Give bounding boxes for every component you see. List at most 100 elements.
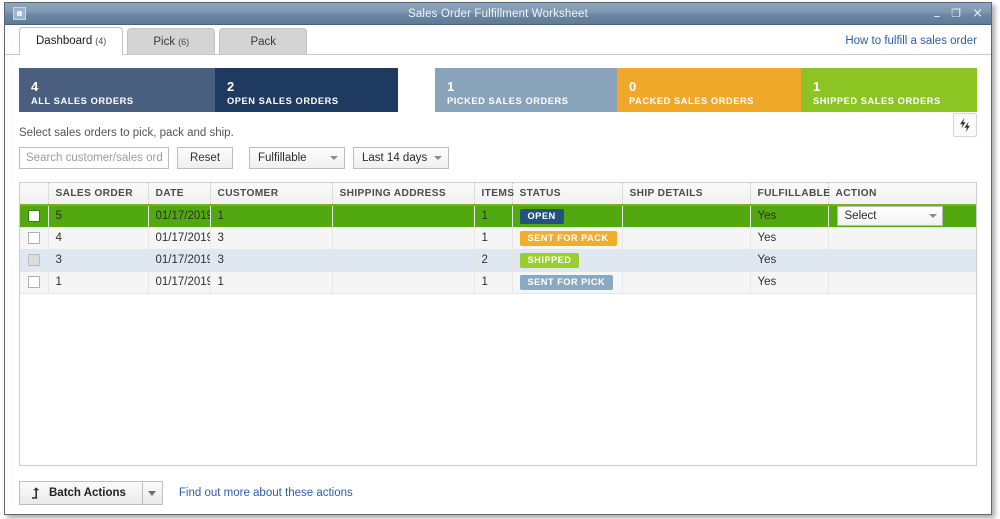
col-customer[interactable]: CUSTOMER: [210, 183, 333, 206]
status-badge: OPEN: [519, 208, 564, 224]
fulfillable-filter-select[interactable]: Fulfillable: [249, 147, 345, 169]
kpi-all-value: 4: [31, 79, 39, 94]
cell-action[interactable]: [828, 227, 976, 250]
action-select[interactable]: Select: [836, 206, 943, 226]
row-checkbox[interactable]: [27, 231, 40, 244]
window-restore-icon[interactable]: [13, 7, 26, 20]
col-items[interactable]: ITEMS: [474, 183, 514, 206]
maximize-icon[interactable]: ❐: [951, 7, 961, 20]
reset-button[interactable]: Reset: [177, 147, 233, 169]
batch-actions-label: Batch Actions: [49, 487, 126, 499]
cell-sales-order: 4: [48, 227, 149, 250]
tab-strip: Dashboard (4) Pick (6) Pack How to fulfi…: [5, 25, 991, 55]
table-row[interactable]: 4 01/17/2019 3 1 SENT FOR PACK Yes: [20, 227, 976, 250]
col-fulfillable[interactable]: FULFILLABLE: [750, 183, 830, 206]
cell-sales-order: 3: [48, 249, 149, 272]
batch-actions-button[interactable]: Batch Actions: [19, 481, 143, 505]
cell-ship-details: [622, 227, 751, 250]
cell-customer: 1: [210, 205, 333, 228]
close-icon[interactable]: ×: [972, 7, 983, 20]
cell-ship-details: [622, 271, 751, 294]
row-checkbox[interactable]: [27, 210, 40, 223]
sales-orders-table: SALES ORDER DATE CUSTOMER SHIPPING ADDRE…: [20, 183, 976, 294]
status-badge: SENT FOR PICK: [519, 274, 614, 290]
how-to-fulfill-link[interactable]: How to fulfill a sales order: [845, 35, 977, 47]
find-out-more-link[interactable]: Find out more about these actions: [179, 487, 353, 499]
tab-dashboard-label: Dashboard: [36, 35, 93, 47]
window-controls: – ❐ ×: [934, 7, 983, 23]
table-row[interactable]: 5 01/17/2019 1 1 OPEN Yes Select: [20, 205, 976, 228]
kpi-open-label: OPEN SALES ORDERS: [227, 96, 339, 106]
minimize-icon[interactable]: –: [934, 10, 941, 23]
cell-shipping-address: [332, 271, 475, 294]
cell-ship-details: [622, 249, 751, 272]
kpi-picked-sales-orders[interactable]: 1 PICKED SALES ORDERS: [435, 68, 617, 112]
search-input[interactable]: [19, 147, 169, 169]
cell-date: 01/17/2019: [148, 271, 211, 294]
cell-items: 1: [474, 271, 513, 294]
col-status[interactable]: STATUS: [512, 183, 623, 206]
cell-customer: 3: [210, 227, 333, 250]
filter-controls: Reset Fulfillable Last 14 days: [19, 147, 977, 169]
kpi-all-label: ALL SALES ORDERS: [31, 96, 134, 106]
col-shipping-address[interactable]: SHIPPING ADDRESS: [332, 183, 475, 206]
cell-status: SHIPPED: [512, 249, 623, 272]
tab-pack[interactable]: Pack: [219, 28, 308, 54]
cell-status: SENT FOR PICK: [512, 271, 623, 294]
window-titlebar[interactable]: Sales Order Fulfillment Worksheet – ❐ ×: [5, 3, 991, 25]
row-checkbox: [27, 253, 40, 266]
batch-actions-dropdown-toggle[interactable]: [142, 481, 163, 505]
tab-pick[interactable]: Pick (6): [127, 28, 216, 54]
kpi-open-sales-orders[interactable]: 2 OPEN SALES ORDERS: [215, 68, 398, 112]
upload-arrow-icon: [32, 487, 40, 499]
row-checkbox-cell[interactable]: [20, 227, 49, 250]
cell-status: SENT FOR PACK: [512, 227, 623, 250]
fulfillable-filter-value: Fulfillable: [258, 152, 307, 164]
row-checkbox[interactable]: [27, 275, 40, 288]
row-checkbox-cell[interactable]: [20, 205, 49, 228]
filter-bar: Select sales orders to pick, pack and sh…: [19, 113, 977, 169]
col-ship-details[interactable]: SHIP DETAILS: [622, 183, 751, 206]
cell-customer: 3: [210, 249, 333, 272]
cell-fulfillable: Yes: [750, 249, 829, 272]
table-row[interactable]: 3 01/17/2019 3 2 SHIPPED Yes: [20, 249, 976, 272]
cell-ship-details: [622, 205, 751, 228]
kpi-shipped-label: SHIPPED SALES ORDERS: [813, 96, 941, 106]
cell-sales-order: 5: [48, 205, 149, 228]
date-range-filter-select[interactable]: Last 14 days: [353, 147, 449, 169]
col-date[interactable]: DATE: [148, 183, 211, 206]
kpi-packed-sales-orders[interactable]: 0 PACKED SALES ORDERS: [617, 68, 801, 112]
kpi-picked-label: PICKED SALES ORDERS: [447, 96, 569, 106]
kpi-shipped-value: 1: [813, 79, 821, 94]
footer-bar: Batch Actions Find out more about these …: [19, 466, 977, 510]
cell-items: 2: [474, 249, 513, 272]
chevron-down-icon: [330, 156, 338, 160]
cell-sales-order: 1: [48, 271, 149, 294]
filter-caption: Select sales orders to pick, pack and sh…: [19, 127, 234, 139]
kpi-shipped-sales-orders[interactable]: 1 SHIPPED SALES ORDERS: [801, 68, 977, 112]
tab-pack-label: Pack: [250, 35, 277, 48]
batch-actions-group[interactable]: Batch Actions: [19, 481, 163, 505]
cell-action[interactable]: Select: [828, 205, 976, 228]
tab-dashboard[interactable]: Dashboard (4): [19, 27, 124, 55]
cell-action[interactable]: [828, 271, 976, 294]
tab-dashboard-count: (4): [95, 36, 107, 46]
select-all-header[interactable]: [20, 183, 49, 206]
cell-shipping-address: [332, 249, 475, 272]
cell-date: 01/17/2019: [148, 227, 211, 250]
cell-items: 1: [474, 205, 513, 228]
cell-date: 01/17/2019: [148, 249, 211, 272]
kpi-packed-label: PACKED SALES ORDERS: [629, 96, 754, 106]
table-header: SALES ORDER DATE CUSTOMER SHIPPING ADDRE…: [20, 183, 976, 206]
kpi-packed-value: 0: [629, 79, 637, 94]
kpi-gap: [398, 68, 435, 114]
kpi-all-sales-orders[interactable]: 4 ALL SALES ORDERS: [19, 68, 215, 112]
col-action[interactable]: ACTION: [828, 183, 976, 206]
table-row[interactable]: 1 01/17/2019 1 1 SENT FOR PICK Yes: [20, 271, 976, 294]
chevron-down-icon: [148, 490, 157, 496]
lightning-bolt-icon[interactable]: [953, 113, 977, 137]
col-sales-order[interactable]: SALES ORDER: [48, 183, 149, 206]
row-checkbox-cell[interactable]: [20, 271, 49, 294]
row-checkbox-cell[interactable]: [20, 249, 49, 272]
cell-action[interactable]: [828, 249, 976, 272]
